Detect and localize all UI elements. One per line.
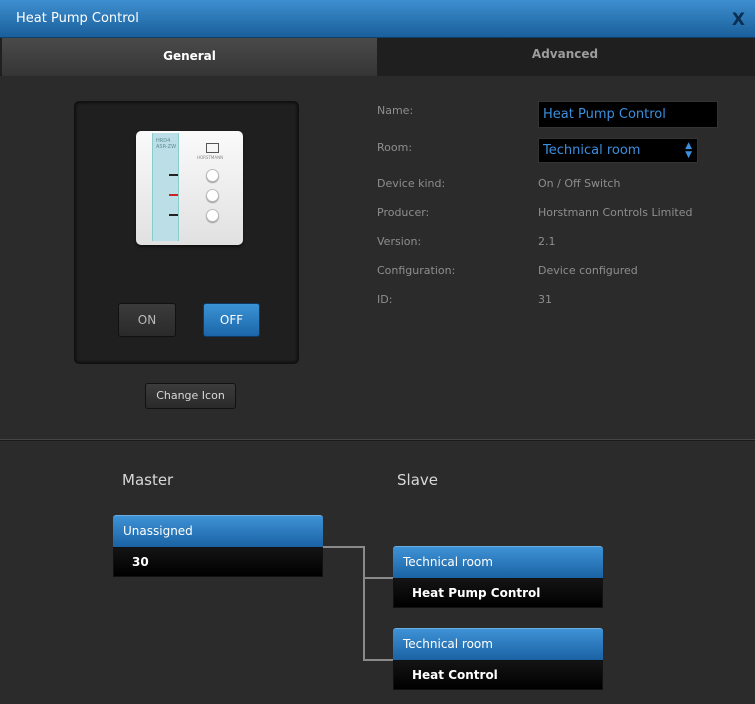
id-value: 31 xyxy=(538,293,552,306)
title-bar: Heat Pump Control X xyxy=(0,0,755,38)
connector-line xyxy=(363,659,394,661)
device-knob-mode xyxy=(206,209,219,222)
room-label: Room: xyxy=(377,141,413,154)
master-group-header[interactable]: Unassigned xyxy=(113,515,323,547)
device-tick xyxy=(169,214,178,216)
slave-group-header[interactable]: Technical room xyxy=(393,628,603,660)
section-divider xyxy=(0,439,755,441)
off-button[interactable]: OFF xyxy=(203,303,260,337)
connector-line xyxy=(363,577,394,579)
slave-item[interactable]: Heat Control xyxy=(393,660,603,690)
id-label: ID: xyxy=(377,293,393,306)
connector-line xyxy=(323,546,364,548)
window-title: Heat Pump Control xyxy=(16,11,139,26)
brand-logo-icon xyxy=(206,143,219,153)
slave-group-header[interactable]: Technical room xyxy=(393,546,603,578)
kind-value: On / Off Switch xyxy=(538,177,621,190)
device-brand: HORSTMANN xyxy=(197,155,224,160)
device-knob-off xyxy=(206,189,219,202)
name-input[interactable]: Heat Pump Control xyxy=(538,101,718,128)
tab-general[interactable]: General xyxy=(2,38,377,76)
device-image: HRD4 ASR-ZW HORSTMANN xyxy=(136,131,243,245)
room-select-value: Technical room xyxy=(543,143,641,158)
close-icon[interactable]: X xyxy=(732,10,745,30)
tab-bar: General Advanced xyxy=(0,38,755,76)
device-strip-text: HRD4 ASR-ZW xyxy=(156,138,177,150)
device-tick xyxy=(169,174,178,176)
configuration-value: Device configured xyxy=(538,264,638,277)
room-select[interactable]: Technical room ▲ ▼ xyxy=(538,138,698,163)
version-value: 2.1 xyxy=(538,235,556,248)
tab-advanced[interactable]: Advanced xyxy=(377,38,753,76)
kind-label: Device kind: xyxy=(377,177,446,190)
updown-arrow-icon: ▲ ▼ xyxy=(685,141,692,160)
connector-line xyxy=(363,546,365,661)
configuration-label: Configuration: xyxy=(377,264,456,277)
producer-value: Horstmann Controls Limited xyxy=(538,206,693,219)
device-knob-on xyxy=(206,169,219,182)
master-item[interactable]: 30 xyxy=(113,547,323,577)
producer-label: Producer: xyxy=(377,206,430,219)
version-label: Version: xyxy=(377,235,422,248)
name-label: Name: xyxy=(377,104,414,117)
on-button[interactable]: ON xyxy=(118,303,176,337)
change-icon-button[interactable]: Change Icon xyxy=(145,383,236,409)
slave-item[interactable]: Heat Pump Control xyxy=(393,578,603,608)
slave-heading: Slave xyxy=(397,471,438,489)
device-tick-red xyxy=(169,194,178,196)
master-heading: Master xyxy=(122,471,174,489)
